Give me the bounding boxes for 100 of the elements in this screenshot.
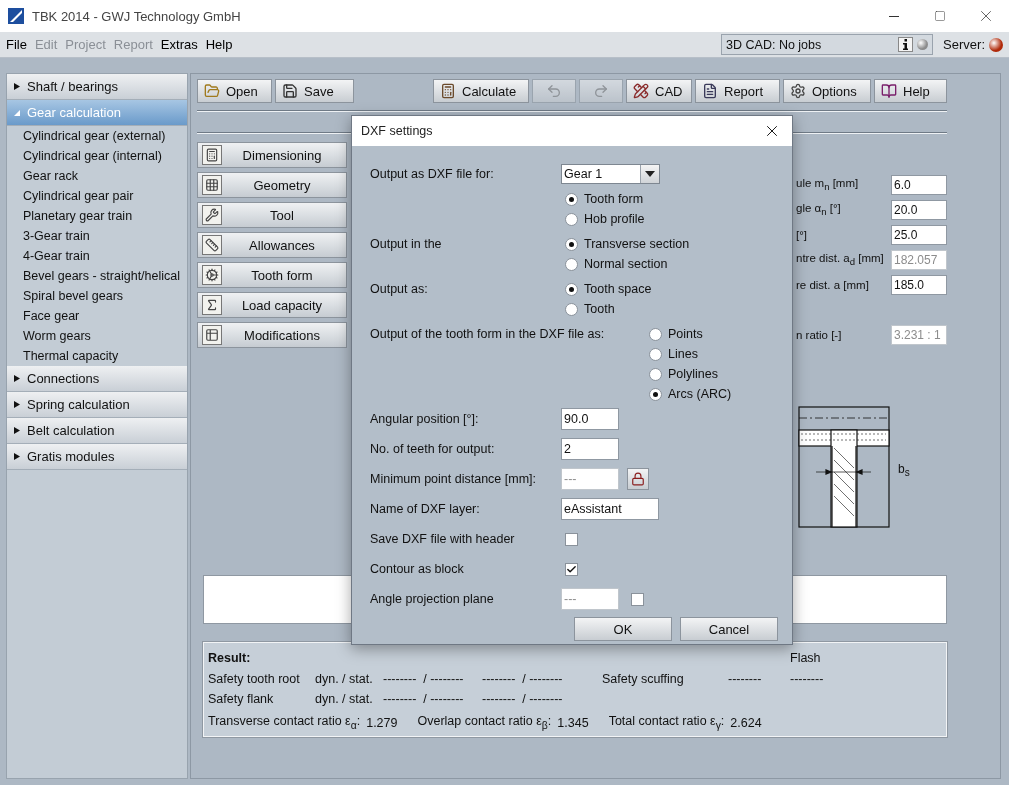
help-button[interactable]: Help	[874, 79, 947, 103]
menu-item[interactable]: Help	[201, 37, 237, 52]
pencil-ruler-icon	[633, 83, 649, 99]
module-button[interactable]: Allowances	[197, 232, 347, 258]
dropdown-arrow-icon	[645, 171, 655, 177]
info-button[interactable]	[898, 37, 914, 52]
group-label: Gear calculation	[27, 105, 121, 120]
info-icon	[903, 39, 909, 50]
parameter-field[interactable]: 20.0	[891, 199, 947, 220]
dialog-button[interactable]: OK	[574, 617, 672, 641]
book-icon	[881, 83, 897, 99]
sidebar-group[interactable]: Gratis modules	[7, 444, 187, 470]
sidebar-group[interactable]: Spring calculation	[7, 392, 187, 418]
sidebar-item[interactable]: Planetary gear train	[7, 206, 187, 226]
result-value: -------- / --------	[383, 672, 465, 686]
input-field[interactable]: 90.0	[561, 408, 619, 430]
redo-icon	[593, 83, 609, 99]
radio-button[interactable]	[649, 347, 662, 361]
checkbox[interactable]	[565, 532, 578, 546]
module-button[interactable]: Modifications	[197, 322, 347, 348]
radio-button[interactable]	[565, 302, 578, 316]
caret-icon	[13, 426, 21, 435]
radio-label: Lines	[668, 347, 698, 361]
radio-button[interactable]	[649, 387, 662, 401]
radio-button[interactable]	[565, 257, 578, 271]
radio-button[interactable]	[649, 327, 662, 341]
sidebar-item[interactable]: Cylindrical gear (external)	[7, 126, 187, 146]
menu-item[interactable]: Extras	[156, 37, 202, 52]
group-label: Connections	[27, 371, 100, 386]
window-title: TBK 2014 - GWJ Technology GmbH	[32, 8, 241, 24]
result-value: --------	[728, 672, 763, 686]
module-button[interactable]: Geometry	[197, 172, 347, 198]
module-button[interactable]: Load capacity	[197, 292, 347, 318]
field-label: Contour as block	[370, 562, 465, 576]
sidebar-item[interactable]: 3-Gear train	[7, 226, 187, 246]
save-button[interactable]: Save	[275, 79, 354, 103]
result-label: Safety tooth root	[208, 672, 301, 686]
result-mode: dyn. / stat.	[315, 672, 374, 686]
caret-icon	[13, 452, 21, 461]
module-button[interactable]: Tooth form	[197, 262, 347, 288]
sidebar-group[interactable]: Connections	[7, 366, 187, 392]
sidebar-item[interactable]: Bevel gears - straight/helical	[7, 266, 187, 286]
result-value: --------	[790, 672, 825, 686]
sidebar-item[interactable]: Worm gears	[7, 326, 187, 346]
radio-label: Polylines	[668, 367, 719, 381]
parameter-field[interactable]: 6.0	[891, 174, 947, 195]
sidebar-item[interactable]: Gear rack	[7, 166, 187, 186]
dialog-button[interactable]: Cancel	[680, 617, 778, 641]
report-button[interactable]: Report	[695, 79, 780, 103]
input-field[interactable]: eAssistant	[561, 498, 659, 520]
parameter-label: ntre dist. a$_{d}$ [mm]	[796, 251, 885, 268]
radio-button[interactable]	[565, 212, 578, 226]
radio-button[interactable]	[565, 282, 578, 296]
field-label: Output of the tooth form in the DXF file as:	[370, 326, 606, 343]
parameter-field[interactable]: 25.0	[891, 224, 947, 245]
sidebar-item[interactable]: Thermal capacity	[7, 346, 187, 366]
result-label: Safety flank	[208, 692, 275, 706]
cad-button[interactable]: CAD	[626, 79, 692, 103]
undo-icon	[546, 83, 562, 99]
group-label: Gratis modules	[27, 449, 115, 464]
module-button[interactable]: Tool	[197, 202, 347, 228]
result-value: -------- / --------	[383, 692, 465, 706]
parameter-field[interactable]: 185.0	[891, 274, 947, 295]
radio-button[interactable]	[565, 237, 578, 251]
calculate-button[interactable]: Calculate	[433, 79, 529, 103]
sidebar-item[interactable]: Spiral bevel gears	[7, 286, 187, 306]
settings-icon	[790, 83, 806, 99]
dropdown-button[interactable]	[640, 165, 659, 183]
radio-label: Tooth space	[584, 282, 652, 296]
module-button[interactable]: Dimensioning	[197, 142, 347, 168]
field-label: Output as DXF file for:	[370, 167, 495, 181]
field-label: Output in the	[370, 236, 443, 253]
field-label: Name of DXF layer:	[370, 502, 481, 516]
result-value: -------- / --------	[482, 672, 564, 686]
sidebar-item[interactable]: 4-Gear train	[7, 246, 187, 266]
open-button[interactable]: Open	[197, 79, 272, 103]
radio-button[interactable]	[565, 192, 578, 206]
document-icon	[702, 83, 718, 99]
radio-button[interactable]	[649, 367, 662, 381]
table-icon	[202, 325, 222, 345]
maximize-icon	[934, 10, 946, 22]
checkbox[interactable]	[565, 562, 578, 576]
sidebar-group[interactable]: Shaft / bearings	[7, 74, 187, 100]
input-field[interactable]: 2	[561, 438, 619, 460]
lock-button[interactable]	[627, 468, 649, 490]
sidebar-item[interactable]: Face gear	[7, 306, 187, 326]
sidebar-item[interactable]: Cylindrical gear (internal)	[7, 146, 187, 166]
radio-label: Transverse section	[584, 237, 690, 251]
server-label: Server:	[943, 37, 985, 52]
sidebar-group[interactable]: Belt calculation	[7, 418, 187, 444]
radio-label: Tooth	[584, 302, 615, 316]
group-label: Shaft / bearings	[27, 79, 119, 94]
calculator-icon	[440, 83, 456, 99]
radio-label: Points	[668, 327, 703, 341]
parameter-label: n ratio [-]	[796, 328, 843, 341]
menu-item[interactable]: File	[2, 37, 31, 52]
options-button[interactable]: Options	[783, 79, 871, 103]
sidebar-item[interactable]: Cylindrical gear pair	[7, 186, 187, 206]
gear-select[interactable]: Gear 1	[561, 164, 660, 184]
result-title: Result:	[208, 651, 252, 665]
